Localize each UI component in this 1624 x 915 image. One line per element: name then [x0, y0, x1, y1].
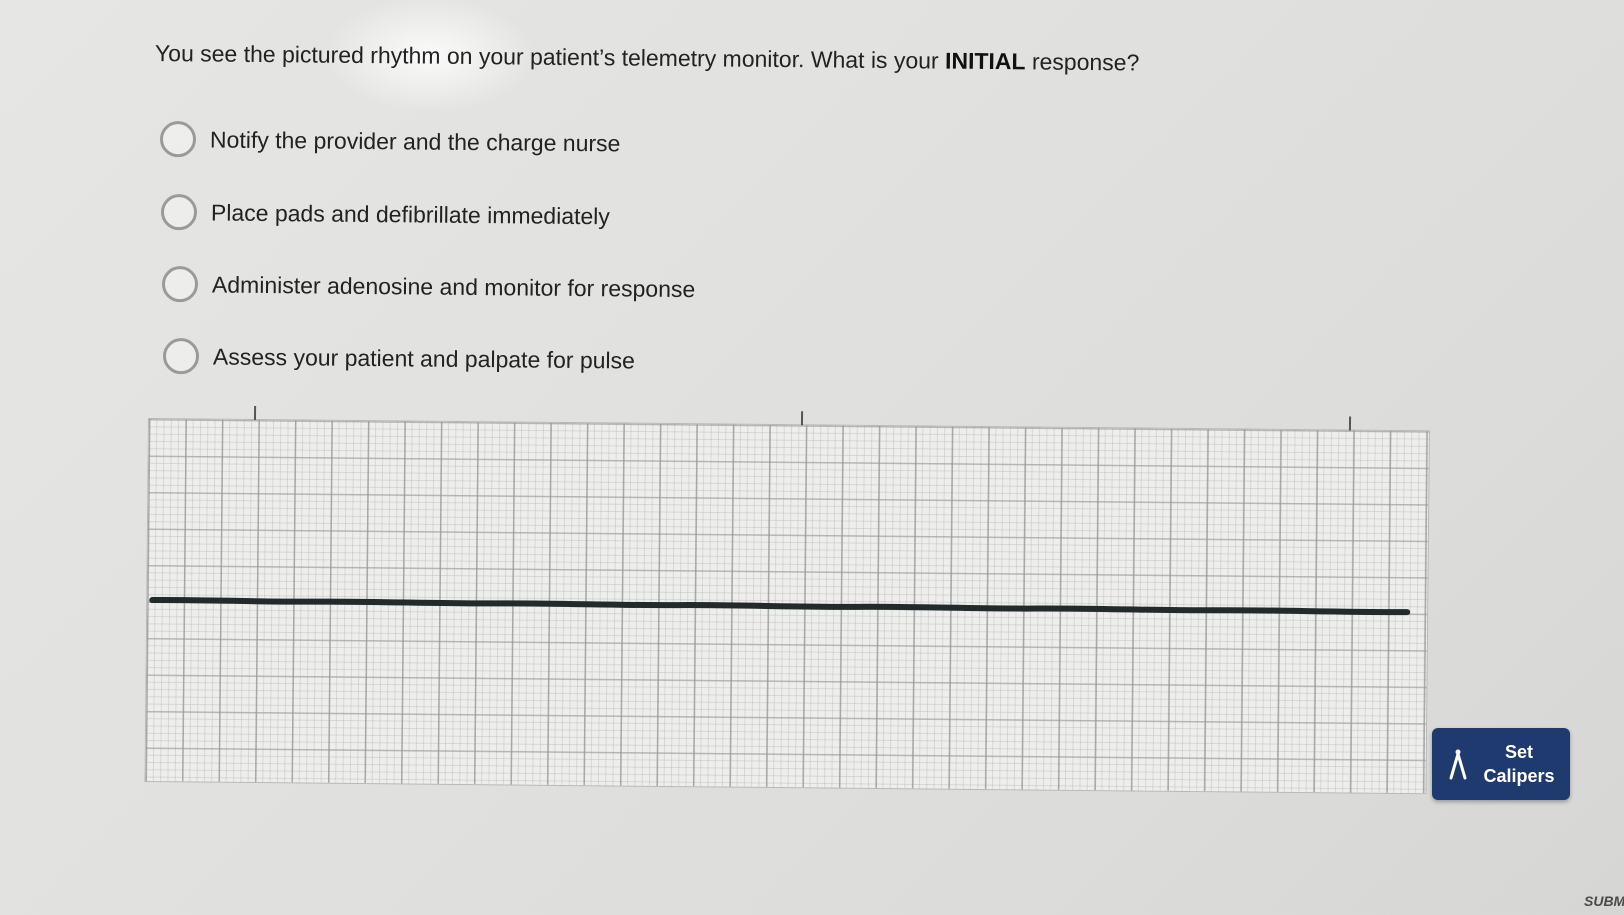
strip-time-marker [1348, 416, 1352, 431]
ecg-rhythm-strip [144, 406, 1430, 795]
strip-time-marker [800, 411, 804, 426]
option-label: Administer adenosine and monitor for res… [211, 270, 696, 302]
answer-option-adenosine[interactable]: Administer adenosine and monitor for res… [161, 266, 696, 307]
strip-time-marker [253, 406, 257, 421]
radio-button[interactable] [160, 194, 198, 231]
set-calipers-button[interactable]: Set Calipers [1432, 728, 1570, 800]
radio-button[interactable] [161, 266, 199, 303]
calipers-button-label: Set Calipers [1483, 740, 1554, 788]
answer-option-notify-provider[interactable]: Notify the provider and the charge nurse [159, 121, 621, 161]
answer-option-assess-pulse[interactable]: Assess your patient and palpate for puls… [162, 338, 636, 379]
question-emphasis: INITIAL [944, 47, 1026, 75]
question-prefix: You see the pictured rhythm on your pati… [154, 40, 939, 74]
option-label: Notify the provider and the charge nurse [209, 125, 621, 156]
option-label: Assess your patient and palpate for puls… [212, 342, 636, 374]
question-suffix: response? [1031, 48, 1140, 76]
calipers-label-line2: Calipers [1483, 766, 1555, 786]
radio-button[interactable] [159, 121, 197, 158]
option-label: Place pads and defibrillate immediately [210, 198, 610, 229]
question-text: You see the pictured rhythm on your pati… [155, 40, 1140, 76]
submit-button[interactable]: SUBM [1584, 893, 1624, 909]
calipers-label-line1: Set [1504, 742, 1533, 762]
calipers-icon [1449, 749, 1467, 780]
radio-button[interactable] [162, 338, 200, 375]
ecg-trace [149, 596, 1411, 616]
answer-option-defibrillate[interactable]: Place pads and defibrillate immediately [160, 194, 610, 234]
